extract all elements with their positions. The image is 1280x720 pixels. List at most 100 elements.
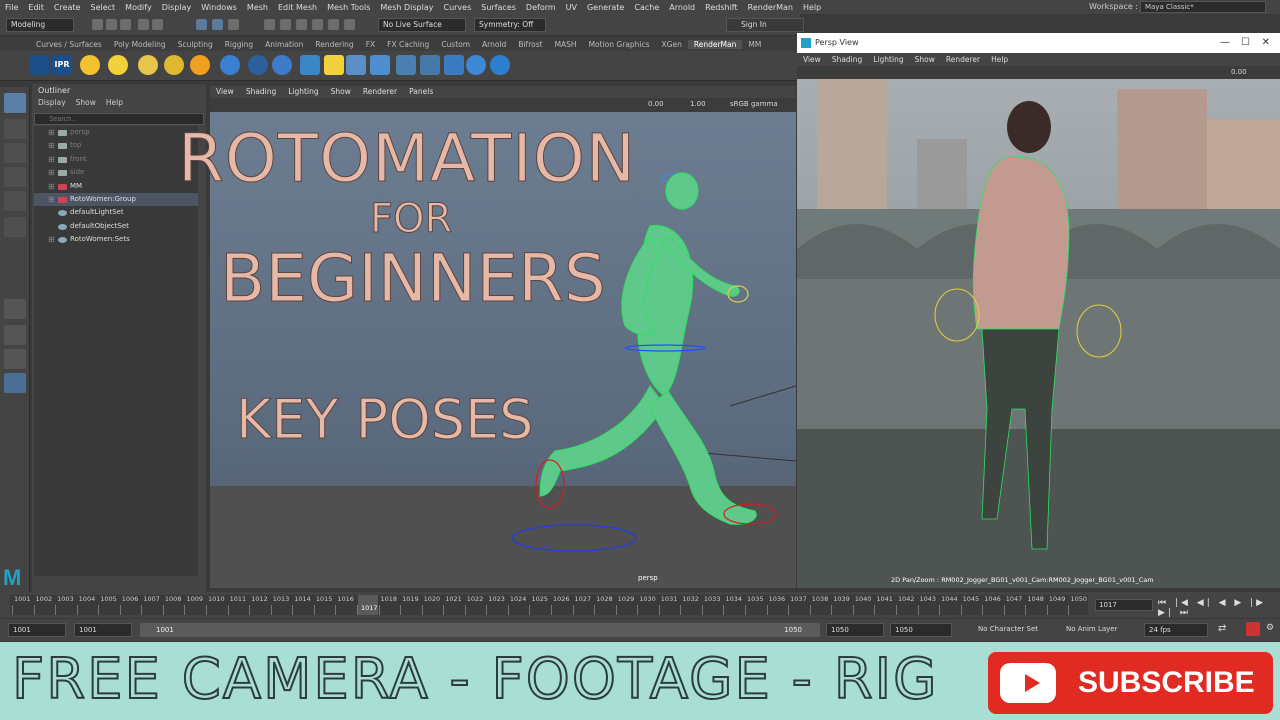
persp-view-titlebar[interactable]: Persp View — ☐ ✕	[797, 33, 1280, 53]
playback-start-field[interactable]: 1001	[74, 623, 132, 637]
menu-renderman[interactable]: RenderMan	[743, 3, 798, 12]
menu-arnold[interactable]: Arnold	[664, 3, 700, 12]
outliner-item-rotowomen-sets[interactable]: ⊞ RotoWomen:Sets	[34, 233, 198, 246]
animation-start-field[interactable]: 1001	[8, 623, 66, 637]
shelf-tab-rendering[interactable]: Rendering	[309, 40, 359, 49]
eye-icon[interactable]	[300, 55, 320, 75]
snap-vertex-icon[interactable]	[344, 19, 355, 30]
outliner-item-persp[interactable]: ⊞ persp	[34, 126, 198, 139]
outliner-item-default-light-set[interactable]: defaultLightSet	[34, 206, 198, 219]
pv-menu-help[interactable]: Help	[991, 53, 1008, 66]
snap-surface-icon[interactable]	[328, 19, 339, 30]
outliner-item-top[interactable]: ⊞ top	[34, 139, 198, 152]
menu-curves[interactable]: Curves	[438, 3, 476, 12]
render-icon[interactable]	[30, 55, 50, 75]
live-surface-dropdown[interactable]: No Live Surface	[378, 18, 466, 32]
snap-grid-icon[interactable]	[264, 19, 275, 30]
menu-windows[interactable]: Windows	[196, 3, 242, 12]
menu-redshift[interactable]: Redshift	[700, 3, 742, 12]
menu-file[interactable]: File	[0, 3, 23, 12]
minimize-icon[interactable]: —	[1220, 33, 1230, 53]
undo-icon[interactable]	[138, 19, 149, 30]
shader-icon[interactable]	[370, 55, 390, 75]
shelf-tab-sculpting[interactable]: Sculpting	[172, 40, 219, 49]
expand-icon[interactable]: ⊞	[48, 139, 55, 152]
shelf-tab-curves-surfaces[interactable]: Curves / Surfaces	[30, 40, 108, 49]
shelf-tab-rigging[interactable]: Rigging	[219, 40, 259, 49]
mode-dropdown[interactable]: Modeling	[6, 18, 74, 32]
menu-mesh-display[interactable]: Mesh Display	[375, 3, 438, 12]
workspace-dropdown[interactable]: Maya Classic*	[1140, 1, 1266, 13]
shelf-tab-fx-caching[interactable]: FX Caching	[381, 40, 435, 49]
open-scene-icon[interactable]	[106, 19, 117, 30]
new-scene-icon[interactable]	[92, 19, 103, 30]
shelf-tab-poly-modeling[interactable]: Poly Modeling	[108, 40, 172, 49]
expand-icon[interactable]: ⊞	[48, 180, 55, 193]
range-slider[interactable]: 1001 1050	[140, 623, 820, 637]
select-hierarchy-icon[interactable]	[196, 19, 207, 30]
outliner-menu-show[interactable]: Show	[76, 98, 96, 107]
animation-end-field[interactable]: 1050	[890, 623, 952, 637]
shelf-tab-fx[interactable]: FX	[360, 40, 381, 49]
current-frame-field[interactable]: 1017	[1095, 599, 1153, 611]
outliner-item-default-object-set[interactable]: defaultObjectSet	[34, 220, 198, 233]
close-icon[interactable]: ✕	[1262, 33, 1270, 53]
rotate-tool-icon[interactable]	[4, 191, 26, 211]
single-view-icon[interactable]	[4, 299, 26, 319]
pv-menu-renderer[interactable]: Renderer	[946, 53, 980, 66]
expand-icon[interactable]: ⊞	[48, 126, 55, 139]
menu-surfaces[interactable]: Surfaces	[476, 3, 521, 12]
anim-layer-dropdown[interactable]: No Anim Layer	[1062, 623, 1140, 637]
menu-create[interactable]: Create	[49, 3, 86, 12]
shelf-tab-bifrost[interactable]: Bifrost	[512, 40, 548, 49]
outliner-menu-display[interactable]: Display	[38, 98, 66, 107]
frame-icon[interactable]	[420, 55, 440, 75]
dome-light-icon[interactable]	[138, 55, 158, 75]
save-scene-icon[interactable]	[120, 19, 131, 30]
loop-icon[interactable]: ⇄	[1218, 623, 1226, 634]
time-slider[interactable]: 1001 1002 1003 1004 1005 1006 1007 1008 1009 1010…	[0, 592, 1280, 618]
snap-view-icon[interactable]	[312, 19, 323, 30]
shelf-tab-motion-graphics[interactable]: Motion Graphics	[583, 40, 656, 49]
shelf-tab-xgen[interactable]: XGen	[656, 40, 688, 49]
ring-icon[interactable]	[248, 55, 268, 75]
pv-menu-view[interactable]: View	[803, 53, 821, 66]
character-set-dropdown[interactable]: No Character Set	[974, 623, 1054, 637]
outliner-menu-help[interactable]: Help	[106, 98, 123, 107]
info-icon[interactable]	[272, 55, 292, 75]
chart-icon[interactable]	[444, 55, 464, 75]
ipr-icon[interactable]: IPR	[52, 55, 72, 75]
shelf-tab-custom[interactable]: Custom	[435, 40, 476, 49]
playback-controls[interactable]: ⏮ |◀ ◀| ◀ ▶ |▶ ▶| ⏭	[1158, 598, 1280, 618]
menu-edit-mesh[interactable]: Edit Mesh	[273, 3, 322, 12]
menu-select[interactable]: Select	[85, 3, 120, 12]
shelf-tab-mash[interactable]: MASH	[549, 40, 583, 49]
shelf-tab-arnold[interactable]: Arnold	[476, 40, 512, 49]
snap-curve-icon[interactable]	[280, 19, 291, 30]
pv-menu-lighting[interactable]: Lighting	[873, 53, 903, 66]
refresh-icon[interactable]	[466, 55, 486, 75]
shelf-tab-animation[interactable]: Animation	[259, 40, 309, 49]
preferences-icon[interactable]: ⚙	[1266, 623, 1274, 633]
symmetry-dropdown[interactable]: Symmetry: Off	[474, 18, 546, 32]
outliner-view-icon[interactable]	[4, 373, 26, 393]
menu-deform[interactable]: Deform	[521, 3, 561, 12]
light-icon[interactable]	[80, 55, 100, 75]
redo-icon[interactable]	[152, 19, 163, 30]
pv-menu-show[interactable]: Show	[915, 53, 935, 66]
menu-cache[interactable]: Cache	[629, 3, 664, 12]
outliner-item-mm[interactable]: ⊞ MM	[34, 180, 198, 193]
playback-end-field[interactable]: 1050	[826, 623, 884, 637]
auto-key-icon[interactable]	[1246, 622, 1260, 636]
footage-plate[interactable]: 2D Pan/Zoom : RM002_Jogger_BG01_v001_Cam…	[797, 79, 1280, 588]
outliner-item-rotowomen-group[interactable]: ⊞ RotoWomen:Group	[34, 192, 198, 207]
two-view-icon[interactable]	[4, 349, 26, 369]
menu-mesh[interactable]: Mesh	[242, 3, 273, 12]
expand-icon[interactable]: ⊞	[48, 233, 55, 246]
sun-light-icon[interactable]	[108, 55, 128, 75]
menu-mesh-tools[interactable]: Mesh Tools	[322, 3, 375, 12]
outliner-item-side[interactable]: ⊞ side	[34, 166, 198, 179]
menu-display[interactable]: Display	[157, 3, 197, 12]
menu-modify[interactable]: Modify	[120, 3, 157, 12]
pv-exposure-value[interactable]: 0.00	[1231, 68, 1247, 76]
